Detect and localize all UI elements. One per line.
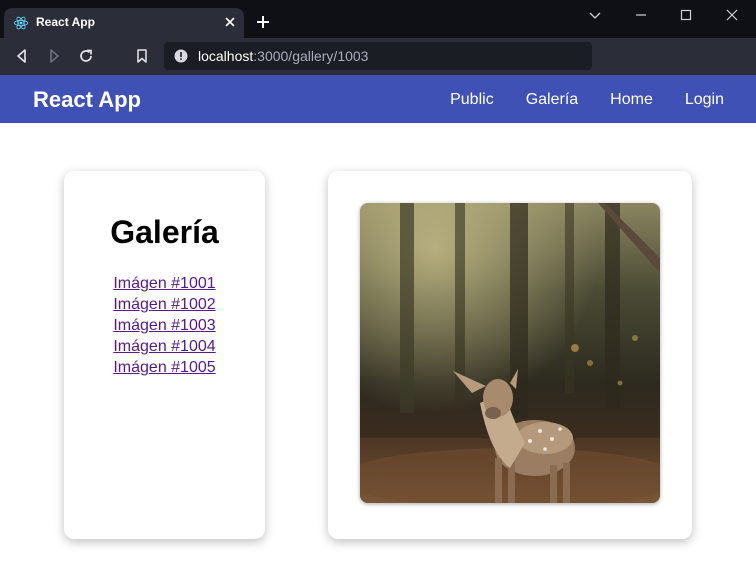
url-path: :3000/gallery/1003	[253, 48, 369, 64]
image-link-list: Imágen #1001 Imágen #1002 Imágen #1003 I…	[64, 275, 265, 380]
gallery-list-card: Galería Imágen #1001 Imágen #1002 Imágen…	[64, 171, 265, 539]
react-logo-icon	[13, 16, 29, 30]
image-link-1004[interactable]: Imágen #1004	[113, 338, 215, 355]
nav-links: Public Galería Home Login	[418, 91, 724, 109]
close-tab-icon[interactable]	[222, 14, 238, 30]
browser-titlebar: React App	[0, 0, 756, 38]
list-item: Imágen #1005	[64, 359, 265, 380]
address-bar[interactable]: localhost:3000/gallery/1003	[164, 42, 592, 70]
nav-link-home[interactable]: Home	[610, 91, 653, 109]
new-tab-icon[interactable]	[255, 14, 271, 30]
deer-photo	[360, 203, 660, 503]
reload-icon[interactable]	[77, 47, 95, 65]
image-link-1005[interactable]: Imágen #1005	[113, 359, 215, 376]
list-item: Imágen #1002	[64, 296, 265, 317]
forward-icon[interactable]	[45, 47, 63, 65]
url-host: localhost	[198, 48, 254, 64]
brand-logo[interactable]: React App	[33, 87, 141, 113]
maximize-icon[interactable]	[677, 6, 695, 24]
browser-toolbar: localhost:3000/gallery/1003	[0, 38, 756, 75]
bookmark-icon[interactable]	[133, 47, 151, 65]
image-link-1002[interactable]: Imágen #1002	[113, 296, 215, 313]
nav-link-login[interactable]: Login	[685, 91, 724, 109]
tab-title: React App	[36, 15, 95, 29]
image-detail-card	[328, 171, 692, 539]
browser-tab[interactable]: React App	[4, 8, 244, 38]
app-navbar: React App Public Galería Home Login	[0, 75, 756, 123]
list-item: Imágen #1004	[64, 338, 265, 359]
tab-search-icon[interactable]	[586, 6, 604, 24]
image-link-1003[interactable]: Imágen #1003	[113, 317, 215, 334]
list-item: Imágen #1003	[64, 317, 265, 338]
gallery-title: Galería	[110, 214, 219, 250]
nav-link-public[interactable]: Public	[450, 91, 494, 109]
nav-link-galeria[interactable]: Galería	[526, 91, 578, 109]
image-link-1001[interactable]: Imágen #1001	[113, 275, 215, 292]
minimize-icon[interactable]	[632, 6, 650, 24]
back-icon[interactable]	[13, 47, 31, 65]
list-item: Imágen #1001	[64, 275, 265, 296]
close-window-icon[interactable]	[723, 6, 741, 24]
info-icon[interactable]	[174, 49, 188, 63]
url-text: localhost:3000/gallery/1003	[198, 48, 368, 64]
